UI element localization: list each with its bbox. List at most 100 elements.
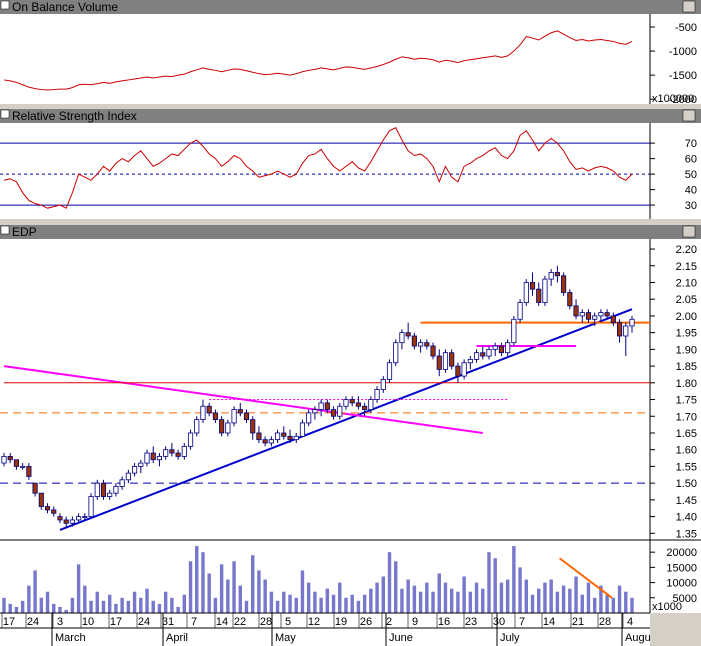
volume-bar <box>288 594 292 613</box>
volume-bar <box>14 606 19 613</box>
volume-bar <box>350 594 354 613</box>
obv-panel-box-icon[interactable] <box>0 0 10 10</box>
candle-body <box>393 342 399 364</box>
volume-bar <box>163 591 168 613</box>
volume-bar <box>449 588 454 613</box>
x-month-label: April <box>166 632 188 644</box>
volume-bar <box>58 606 62 613</box>
candle-body <box>561 275 567 293</box>
volume-bar <box>45 591 50 613</box>
rsi-panel-box-icon[interactable] <box>0 109 10 119</box>
x-day-label: 5 <box>285 616 291 628</box>
volume-bar <box>120 597 124 613</box>
volume-tick-label: 10000 <box>666 578 697 590</box>
candle-body <box>131 466 138 474</box>
x-day-label: 19 <box>335 616 347 628</box>
candle-body <box>306 412 312 424</box>
volume-bar <box>306 582 311 613</box>
candle-body <box>138 462 144 467</box>
candle-body <box>318 402 324 410</box>
volume-bar <box>132 591 137 613</box>
volume-bar <box>611 597 616 613</box>
volume-bar <box>39 597 44 613</box>
candle-body <box>548 272 554 280</box>
candle-body <box>554 272 560 277</box>
obv-close-icon[interactable] <box>682 0 696 13</box>
obv-tick-label: -1000 <box>669 46 697 58</box>
volume-unit: x1000 <box>652 601 682 613</box>
x-month-label: Augu <box>625 632 651 644</box>
candle-body <box>567 292 573 307</box>
price-tick-label: 1.80 <box>676 378 697 390</box>
x-month-label: May <box>275 632 296 644</box>
obv-tick-label: -500 <box>675 22 697 34</box>
candle-body <box>616 322 623 337</box>
price-close-icon[interactable] <box>682 225 696 238</box>
candle-body <box>299 422 306 437</box>
candle-body <box>585 312 592 320</box>
price-panel-box-icon[interactable] <box>0 225 10 235</box>
x-axis: 17 24 3 10 17 24 31 7 14 22 28 5 12 19 26 2 9 16 23 30 7 14 21… <box>0 612 701 646</box>
candle-body <box>492 345 498 350</box>
volume-bar <box>2 597 6 613</box>
price-panel: EDP 2.20 2.15 2.10 2.05 2.00 1.95 1.90 1.85 1.80… <box>0 225 701 540</box>
candle-body <box>26 466 32 477</box>
volume-bar <box>151 600 155 613</box>
candle-body <box>125 472 131 481</box>
rsi-tick-label: 30 <box>685 200 697 212</box>
candle-body <box>88 496 94 517</box>
candle-body <box>156 455 163 461</box>
volume-bar <box>338 582 342 613</box>
candle-body <box>13 459 20 467</box>
price-tick-label: 2.20 <box>676 244 697 256</box>
volume-bar <box>20 600 25 613</box>
volume-bar <box>406 579 410 613</box>
price-tick-label: 1.70 <box>676 411 697 423</box>
x-day-label: 7 <box>519 616 525 628</box>
candle-body <box>63 519 69 524</box>
x-day-label: 31 <box>162 616 174 628</box>
volume-bar <box>257 570 261 613</box>
candle-body <box>225 422 231 434</box>
price-tick-label: 1.85 <box>676 361 697 373</box>
volume-bar <box>617 585 622 613</box>
volume-bar <box>394 561 398 613</box>
rsi-close-icon[interactable] <box>682 109 696 122</box>
candle-body <box>598 312 604 317</box>
candle-body <box>573 305 579 317</box>
candle-body <box>362 405 368 410</box>
candle-body <box>119 479 125 487</box>
candle-body <box>368 399 374 410</box>
volume-bar <box>555 591 560 613</box>
volume-bar <box>524 579 529 613</box>
candle-body <box>411 335 417 347</box>
price-titlebar[interactable] <box>0 225 701 239</box>
volume-bar <box>195 546 199 613</box>
candle-body <box>498 345 505 354</box>
volume-bar <box>344 597 348 613</box>
candle-body <box>51 509 57 514</box>
price-tick-label: 1.65 <box>676 428 697 440</box>
candle-body <box>219 419 225 434</box>
x-day-label: 14 <box>216 616 228 628</box>
volume-bar <box>126 600 131 613</box>
candle-body <box>330 409 337 417</box>
volume-bar <box>375 582 379 613</box>
x-day-label: 28 <box>599 616 611 628</box>
rsi-tick-label: 50 <box>685 169 697 181</box>
candle-body <box>187 432 194 447</box>
candle-body <box>424 342 430 347</box>
volume-bar <box>313 591 317 613</box>
x-day-label: 16 <box>438 616 450 628</box>
candle-body <box>486 348 492 357</box>
candle-body <box>355 402 361 407</box>
candle-body <box>436 355 442 370</box>
volume-bar <box>114 603 118 613</box>
volume-bar <box>325 588 330 613</box>
candle-body <box>169 449 175 454</box>
x-day-label: 17 <box>110 616 122 628</box>
price-tick-label: 2.10 <box>676 277 697 289</box>
candle-body <box>449 352 455 367</box>
candle-body <box>250 419 256 434</box>
candle-body <box>206 405 212 414</box>
